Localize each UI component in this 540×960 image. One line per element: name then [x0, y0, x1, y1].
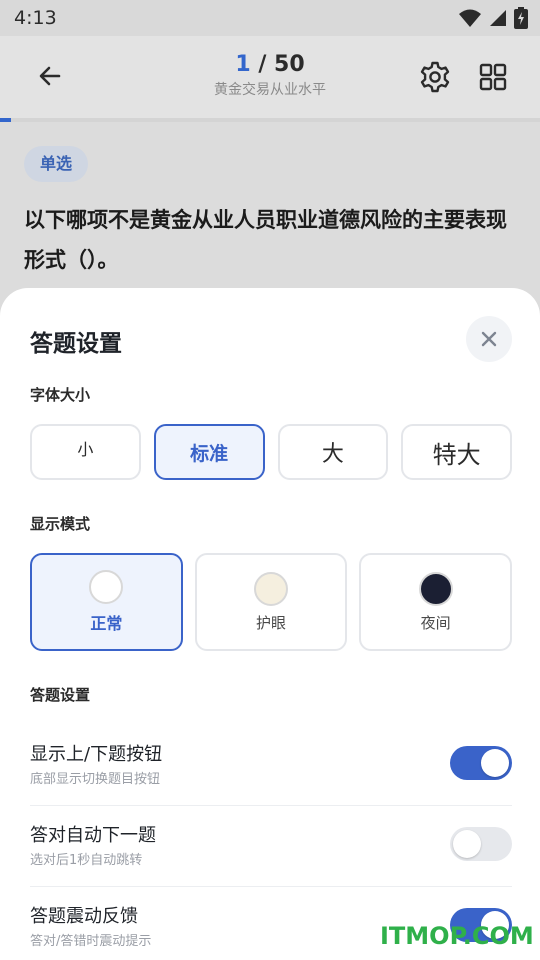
- site-watermark: ITMOP.COM: [380, 922, 534, 950]
- divider: [30, 805, 512, 806]
- mode-label: 护眼: [256, 613, 287, 632]
- question-type-badge: 单选: [24, 146, 89, 182]
- close-icon: [481, 331, 497, 347]
- mode-label: 夜间: [420, 613, 451, 632]
- display-mode-eye-care[interactable]: 护眼: [194, 553, 348, 651]
- grid-icon: [479, 63, 507, 91]
- toggle-title: 答对自动下一题: [30, 825, 156, 846]
- signal-icon: [490, 10, 506, 26]
- question-text: 以下哪项不是黄金从业人员职业道德风险的主要表现形式（）。: [24, 208, 507, 272]
- battery-charging-icon: [514, 7, 528, 29]
- font-size-option-small[interactable]: 小: [30, 424, 141, 480]
- back-button[interactable]: [34, 60, 66, 92]
- progress-separator: /: [250, 52, 275, 77]
- close-button[interactable]: [466, 316, 512, 362]
- mode-label: 正常: [90, 614, 123, 633]
- display-mode-normal[interactable]: 正常: [30, 553, 183, 651]
- display-mode-night[interactable]: 夜间: [359, 553, 513, 651]
- question-progress: 1 / 50: [120, 52, 420, 77]
- display-mode-options: 正常 护眼 夜间: [30, 553, 513, 651]
- answer-settings-sheet: 答题设置 字体大小 小 标准 大 特大 显示模式 正常 护眼 夜间 答题设置 显…: [0, 288, 540, 960]
- progress-current: 1: [235, 52, 251, 77]
- nav-buttons-switch[interactable]: [450, 746, 512, 780]
- toggle-row-nav-buttons: 显示上/下题按钮 底部显示切换题目按钮: [30, 726, 512, 806]
- wifi-icon: [459, 9, 481, 27]
- settings-button[interactable]: [418, 60, 452, 94]
- display-mode-section-label: 显示模式: [30, 515, 91, 533]
- font-size-option-standard[interactable]: 标准: [153, 424, 265, 480]
- night-mode-swatch: [418, 571, 453, 606]
- gear-icon: [420, 61, 450, 93]
- font-size-section-label: 字体大小: [30, 386, 91, 404]
- arrow-left-icon: [39, 66, 61, 86]
- progress-total: 50: [274, 52, 305, 77]
- status-bar: 4:13: [0, 0, 540, 36]
- font-size-options: 小 标准 大 特大: [30, 424, 512, 480]
- top-app-bar: 1 / 50 黄金交易从业水平: [0, 36, 540, 118]
- answer-settings-section-label: 答题设置: [30, 686, 91, 704]
- sheet-title: 答题设置: [30, 331, 122, 357]
- exam-subtitle: 黄金交易从业水平: [214, 82, 326, 98]
- font-size-option-large[interactable]: 大: [277, 424, 389, 480]
- eye-care-mode-swatch: [254, 571, 288, 606]
- toggle-title: 答题震动反馈: [30, 906, 138, 927]
- toggle-row-auto-next: 答对自动下一题 选对后1秒自动跳转: [30, 807, 512, 887]
- auto-next-switch[interactable]: [450, 827, 512, 861]
- header-title: 1 / 50 黄金交易从业水平: [120, 52, 420, 99]
- divider: [30, 886, 512, 887]
- switch-knob: [453, 830, 481, 858]
- toggle-title: 显示上/下题按钮: [30, 744, 163, 765]
- status-icons: [458, 7, 528, 29]
- toggle-description: 底部显示切换题目按钮: [30, 772, 161, 787]
- normal-mode-swatch: [89, 570, 124, 604]
- status-time: 4:13: [14, 7, 57, 29]
- question-grid-button[interactable]: [476, 60, 510, 94]
- font-size-option-extra-large[interactable]: 特大: [401, 424, 512, 480]
- toggle-description: 选对后1秒自动跳转: [30, 853, 143, 868]
- toggle-description: 答对/答错时震动提示: [30, 934, 152, 949]
- switch-knob: [481, 749, 509, 777]
